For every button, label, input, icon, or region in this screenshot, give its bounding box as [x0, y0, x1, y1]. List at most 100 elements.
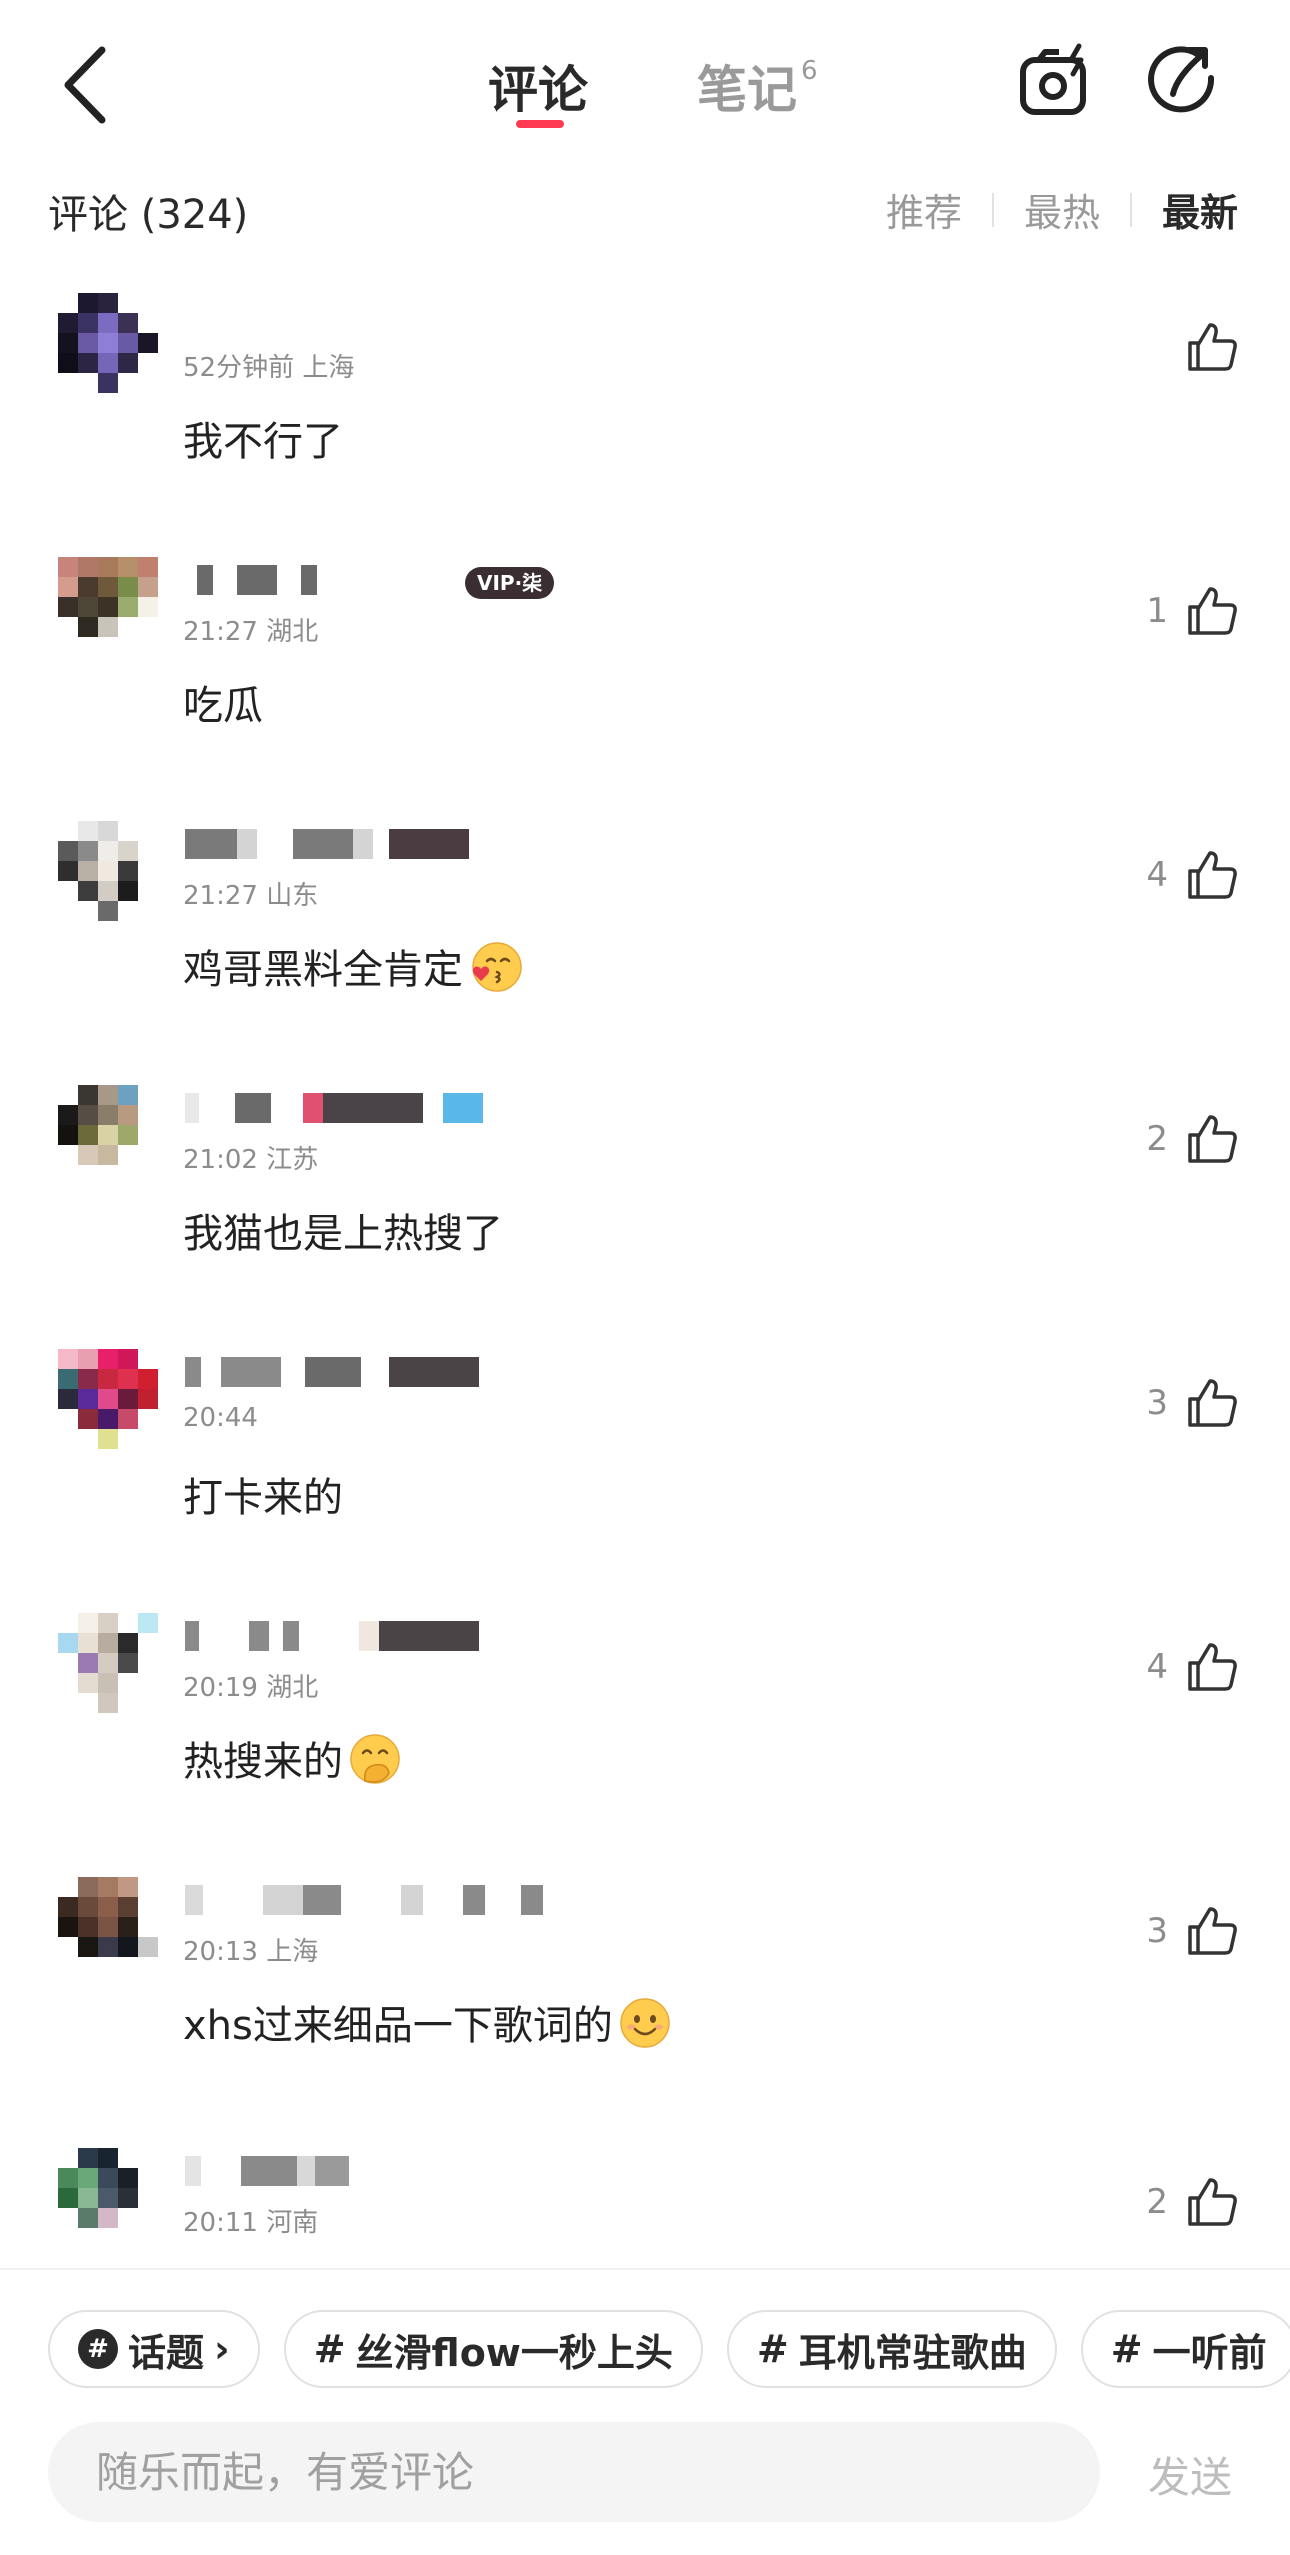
notes-count-badge: 6 — [801, 56, 818, 87]
comment-item: 20:19 湖北 热搜来的 4 — [0, 1613, 1290, 1877]
comment-input-row: 发送 — [48, 2422, 1248, 2522]
topic-label: 话题 — [128, 2330, 205, 2375]
thumbs-up-icon — [1188, 1115, 1237, 1163]
comment-meta: 20:11 河南 — [183, 2208, 319, 2238]
chevron-left-icon — [64, 46, 106, 124]
tab-notes-label: 笔记 — [697, 61, 797, 119]
share-arrow-icon — [1148, 46, 1215, 113]
active-tab-indicator — [516, 120, 564, 128]
thumbs-up-icon — [1188, 1907, 1237, 1955]
like-count: 3 — [1146, 1911, 1168, 1951]
avatar[interactable] — [58, 1349, 158, 1449]
comment-composer-area: # 话题 › # 丝滑flow一秒上头 # 耳机常驻歌曲 # 一听前 发送 — [0, 2268, 1290, 2555]
avatar[interactable] — [58, 1085, 158, 1185]
comment-text-content: xhs过来细品一下歌词的 — [183, 2003, 613, 2049]
hashtag-icon: # — [1110, 2327, 1143, 2371]
like-button[interactable]: 2 — [1146, 2174, 1240, 2230]
topic-chip[interactable]: # 丝滑flow一秒上头 — [283, 2310, 703, 2388]
topic-chip[interactable]: # 耳机常驻歌曲 — [726, 2310, 1057, 2388]
thumbs-up-icon — [1188, 1643, 1237, 1691]
topic-selector-button[interactable]: # 话题 › — [48, 2310, 260, 2388]
like-button[interactable]: 3 — [1146, 1903, 1240, 1959]
topic-chip-label: 一听前 — [1152, 2330, 1267, 2375]
comment-meta: 21:27 湖北 — [183, 617, 319, 647]
comment-item: 52分钟前 上海 我不行了 — [0, 293, 1290, 557]
like-button[interactable]: 1 — [1146, 583, 1240, 639]
topic-chip-label: 耳机常驻歌曲 — [798, 2330, 1027, 2375]
comment-meta: 21:27 山东 — [183, 881, 319, 911]
comment-item: VIP·柒 21:27 湖北 吃瓜 1 — [0, 557, 1290, 821]
avatar[interactable] — [58, 557, 158, 657]
comment-item: 20:44 打卡来的 3 — [0, 1349, 1290, 1613]
topic-chip[interactable]: # 一听前 — [1080, 2310, 1290, 2388]
comment-count: 评论 (324) — [48, 192, 249, 238]
comment-text[interactable]: 热搜来的 — [183, 1729, 403, 1787]
comment-text[interactable]: xhs过来细品一下歌词的 — [183, 1993, 673, 2051]
avatar[interactable] — [58, 2148, 158, 2248]
sort-hottest[interactable]: 最热 — [994, 182, 1130, 237]
like-button[interactable]: 3 — [1146, 1375, 1240, 1431]
comment-text-content: 鸡哥黑料全肯定 — [183, 947, 463, 993]
hashtag-icon: # — [313, 2327, 346, 2371]
like-button[interactable]: 4 — [1146, 847, 1240, 903]
like-button[interactable]: 2 — [1146, 1111, 1240, 1167]
tab-notes[interactable]: 笔记 6 — [697, 50, 818, 122]
hashtag-icon: # — [756, 2327, 789, 2371]
sort-recommended[interactable]: 推荐 — [856, 182, 992, 237]
hashtag-icon: # — [78, 2329, 118, 2369]
avatar[interactable] — [58, 1613, 158, 1713]
like-count: 2 — [1146, 2182, 1168, 2222]
avatar[interactable] — [58, 1877, 158, 1977]
share-button[interactable] — [1145, 42, 1225, 122]
hand-over-mouth-emoji — [350, 1734, 400, 1784]
like-button[interactable] — [1168, 319, 1240, 375]
like-count: 4 — [1146, 1647, 1168, 1687]
topic-chips: # 话题 › # 丝滑flow一秒上头 # 耳机常驻歌曲 # 一听前 — [48, 2310, 1290, 2388]
username-redacted[interactable] — [185, 1093, 605, 1127]
thumbs-up-icon — [1188, 1379, 1237, 1427]
comment-meta: 21:02 江苏 — [183, 1145, 319, 1175]
camera-flash-icon — [1020, 43, 1086, 115]
comment-item: 21:27 山东 鸡哥黑料全肯定 4 — [0, 821, 1290, 1085]
like-count: 3 — [1146, 1383, 1168, 1423]
comment-input[interactable] — [48, 2422, 1100, 2522]
thumbs-up-icon — [1188, 851, 1237, 899]
topic-chip-label: 丝滑flow一秒上头 — [355, 2330, 673, 2375]
thumbs-up-icon — [1188, 323, 1237, 371]
like-count: 4 — [1146, 855, 1168, 895]
username-redacted[interactable] — [185, 1621, 605, 1655]
comment-item: 20:13 上海 xhs过来细品一下歌词的 3 — [0, 1877, 1290, 2141]
sort-options: 推荐 最热 最新 — [856, 182, 1238, 237]
comment-text[interactable]: 吃瓜 — [183, 673, 263, 731]
comment-text-content: 热搜来的 — [183, 1739, 343, 1785]
sort-newest[interactable]: 最新 — [1132, 182, 1238, 237]
comment-meta: 20:44 — [183, 1403, 258, 1433]
like-count: 1 — [1146, 591, 1168, 631]
comment-meta: 20:19 湖北 — [183, 1673, 319, 1703]
vip-badge: VIP·柒 — [465, 567, 555, 599]
username-redacted[interactable] — [185, 1357, 605, 1391]
thumbs-up-icon — [1188, 587, 1237, 635]
tab-comments[interactable]: 评论 — [488, 50, 588, 122]
sort-bar: 评论 (324) 推荐 最热 最新 — [0, 170, 1290, 250]
camera-button[interactable] — [1015, 42, 1095, 122]
username-redacted[interactable] — [185, 1885, 605, 1919]
username-redacted[interactable] — [185, 829, 605, 863]
comment-meta: 52分钟前 上海 — [183, 353, 355, 383]
comment-text[interactable]: 鸡哥黑料全肯定 — [183, 937, 523, 995]
back-button[interactable] — [50, 40, 120, 130]
smiling-emoji — [620, 1998, 670, 2048]
comment-text[interactable]: 我猫也是上热搜了 — [183, 1201, 503, 1259]
like-button[interactable]: 4 — [1146, 1639, 1240, 1695]
like-count: 2 — [1146, 1119, 1168, 1159]
comment-text[interactable]: 我不行了 — [183, 409, 343, 467]
avatar[interactable] — [58, 293, 158, 393]
comment-item: 21:02 江苏 我猫也是上热搜了 2 — [0, 1085, 1290, 1349]
top-bar: 评论 笔记 6 — [0, 0, 1290, 170]
chevron-right-icon: › — [214, 2327, 230, 2371]
avatar[interactable] — [58, 821, 158, 921]
send-button[interactable]: 发送 — [1148, 2444, 1232, 2505]
blowing-kiss-emoji — [472, 942, 522, 992]
username-redacted[interactable] — [185, 2156, 605, 2190]
comment-text[interactable]: 打卡来的 — [183, 1465, 343, 1523]
